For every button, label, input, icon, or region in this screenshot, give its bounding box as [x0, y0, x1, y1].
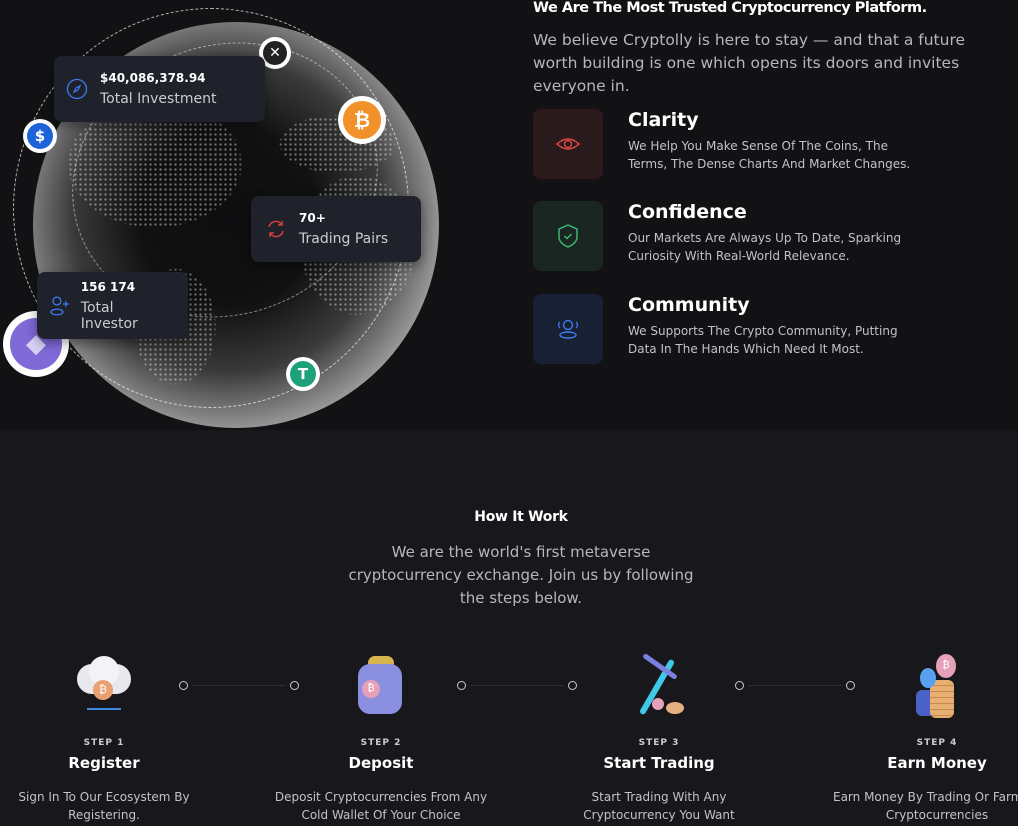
step-title: Earn Money: [887, 754, 987, 772]
feature-clarity: Clarity We Help You Make Sense Of The Coi…: [533, 109, 918, 179]
step-label: STEP 1: [83, 738, 125, 748]
compass-icon: [66, 78, 88, 100]
step-start-trading: STEP 3 Start Trading Start Trading With …: [549, 650, 769, 824]
usdt-glyph: T: [289, 360, 317, 388]
step-label: STEP 3: [638, 738, 680, 748]
feature-title: Clarity: [628, 109, 699, 131]
step-title: Register: [68, 754, 140, 772]
stat-card-trading-pairs: 70+ Trading Pairs: [251, 196, 421, 262]
feature-desc: Our Markets Are Always Up To Date, Spark…: [628, 231, 902, 263]
xrp-glyph: ✕: [262, 40, 288, 66]
step-desc: Sign In To Our Ecosystem By Registering.: [18, 790, 190, 822]
step-register: ₿ STEP 1 Register Sign In To Our Ecosyst…: [0, 650, 214, 824]
feature-desc: We Help You Make Sense Of The Coins, The…: [628, 139, 911, 171]
step-desc: Start Trading With Any Cryptocurrency Yo…: [583, 790, 735, 822]
stat-label: Total Investment: [100, 91, 217, 107]
step-label: STEP 2: [360, 738, 402, 748]
how-title: How It Work: [474, 509, 568, 525]
pickaxe-icon: [624, 650, 694, 720]
users-icon: [557, 319, 579, 339]
stat-label: Total Investor: [80, 299, 138, 332]
stat-value: $40,086,378.94: [100, 71, 206, 85]
stat-card-investors: 156 174 Total Investor: [37, 272, 188, 339]
feature-desc: We Supports The Crypto Community, Puttin…: [628, 324, 898, 356]
step-desc: Earn Money By Trading Or Farming Cryptoc…: [833, 790, 1018, 822]
how-text: We are the world's first metaverse crypt…: [348, 543, 694, 607]
user-plus-icon: [50, 295, 69, 315]
tether-coin-icon: T: [286, 357, 320, 391]
refresh-icon: [268, 220, 284, 238]
about-text: We believe Cryptolly is here to stay — a…: [533, 31, 966, 95]
usd-glyph: $: [26, 122, 54, 150]
stat-label: Trading Pairs: [299, 231, 389, 247]
bitcoin-coin-icon: ₿: [338, 96, 386, 144]
step-desc: Deposit Cryptocurrencies From Any Cold W…: [274, 790, 488, 822]
feature-icon-box: [533, 201, 603, 271]
stat-value: 156 174: [80, 279, 136, 294]
eye-icon: [555, 138, 581, 150]
about-title: We Are The Most Trusted Cryptocurrency P…: [533, 0, 927, 16]
step-label: STEP 4: [916, 738, 958, 748]
wallet-icon: ₿: [346, 650, 416, 720]
dollar-coin-icon: $: [23, 119, 57, 153]
feature-icon-box: [533, 294, 603, 364]
shield-check-icon: [558, 224, 578, 248]
btc-glyph: ₿: [343, 101, 381, 139]
feature-community: Community We Supports The Crypto Communit…: [533, 294, 918, 364]
feature-title: Community: [628, 294, 750, 316]
step-title: Start Trading: [603, 754, 715, 772]
cloud-bitcoin-icon: ₿: [69, 650, 139, 720]
step-title: Deposit: [348, 754, 414, 772]
stat-value: 70+: [299, 211, 326, 225]
feature-icon-box: [533, 109, 603, 179]
stat-card-investment: $40,086,378.94 Total Investment: [54, 56, 265, 122]
step-deposit: ₿ STEP 2 Deposit Deposit Cryptocurrencie…: [271, 650, 491, 824]
coin-stack-icon: ₿: [902, 650, 972, 720]
feature-confidence: Confidence Our Markets Are Always Up To D…: [533, 201, 918, 271]
feature-title: Confidence: [628, 201, 747, 223]
step-earn-money: ₿ STEP 4 Earn Money Earn Money By Tradin…: [827, 650, 1018, 824]
